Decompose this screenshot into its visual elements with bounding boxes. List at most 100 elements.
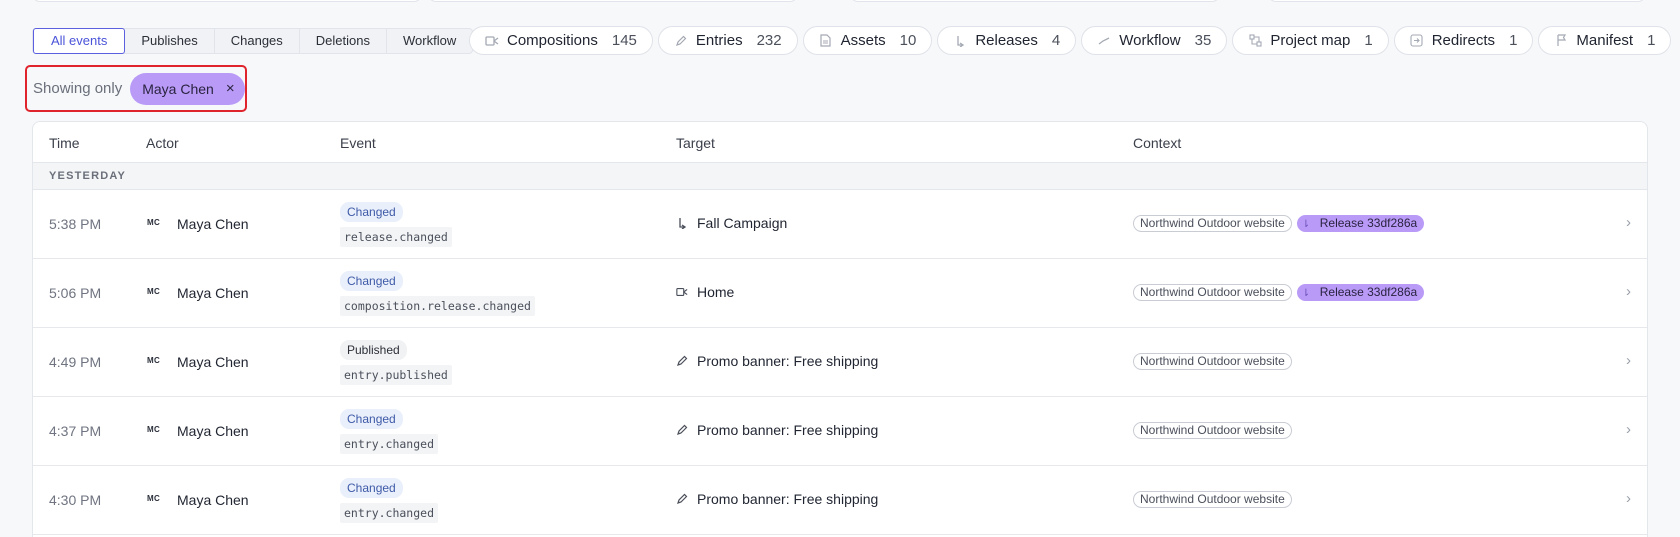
- release-icon: ⇂: [1301, 288, 1311, 299]
- filter-workflow[interactable]: Workflow: [387, 29, 472, 53]
- row-time: 4:30 PM: [49, 492, 102, 508]
- pencil-icon: [676, 424, 688, 436]
- chevron-right-icon[interactable]: ›: [1626, 421, 1631, 438]
- sitemap-icon: [1248, 34, 1262, 48]
- row-actor: Maya Chen: [177, 354, 249, 370]
- composition-icon: [485, 34, 499, 48]
- filter-deletions[interactable]: Deletions: [300, 29, 387, 53]
- header-target: Target: [676, 135, 715, 151]
- row-actor: Maya Chen: [177, 423, 249, 439]
- avatar: MC: [147, 218, 161, 227]
- avatar: MC: [147, 287, 161, 296]
- pill-label: Releases: [975, 32, 1038, 49]
- flag-icon: [1554, 34, 1568, 48]
- entity-filter-pills: Compositions 145 Entries 232 Assets 10 Release…: [469, 26, 1672, 55]
- remove-filter-icon[interactable]: ×: [226, 80, 235, 97]
- pill-compositions[interactable]: Compositions 145: [469, 26, 653, 55]
- table-body: 5:38 PM MC Maya Chen Changed release.changed…: [33, 190, 1647, 535]
- document-icon: [819, 34, 833, 48]
- avatar: MC: [147, 494, 161, 503]
- table-row[interactable]: 4:30 PM MC Maya Chen Changed entry.changed Pr…: [33, 466, 1647, 535]
- group-header-yesterday: YESTERDAY: [33, 163, 1647, 190]
- avatar: MC: [147, 425, 161, 434]
- pill-redirects[interactable]: Redirects 1: [1393, 26, 1534, 55]
- target-label: Fall Campaign: [697, 215, 788, 231]
- redirect-icon: [1410, 34, 1424, 48]
- pill-count: 1: [1364, 32, 1373, 49]
- header-context: Context: [1133, 135, 1182, 151]
- table-row[interactable]: 5:06 PM MC Maya Chen Changed composition.rel…: [33, 259, 1647, 328]
- row-target: Promo banner: Free shipping: [676, 491, 878, 507]
- event-badge: Changed: [340, 271, 403, 291]
- row-time: 4:37 PM: [49, 423, 102, 439]
- row-context: Northwind Outdoor website: [1133, 353, 1292, 370]
- pill-count: 1: [1647, 32, 1656, 49]
- chevron-right-icon[interactable]: ›: [1626, 214, 1631, 231]
- row-target: Promo banner: Free shipping: [676, 422, 878, 438]
- row-context: Northwind Outdoor website: [1133, 422, 1292, 439]
- actor-filter-chip[interactable]: Maya Chen ×: [130, 72, 245, 105]
- workflow-icon: [1097, 34, 1111, 48]
- pill-label: Entries: [695, 32, 743, 49]
- showing-only-label: Showing only: [33, 80, 123, 97]
- chevron-right-icon[interactable]: ›: [1626, 352, 1631, 369]
- pill-entries[interactable]: Entries 232: [657, 26, 798, 55]
- header-event: Event: [340, 135, 376, 151]
- actor-filter-chip-label: Maya Chen: [142, 80, 214, 97]
- row-time: 5:06 PM: [49, 285, 102, 301]
- event-code: entry.changed: [340, 434, 439, 454]
- pill-label: Workflow: [1119, 32, 1181, 49]
- release-tag-label: Release 33df286a: [1319, 216, 1418, 230]
- row-context: Northwind Outdoor website ⇂ Release 33df28…: [1133, 284, 1425, 301]
- event-code: composition.release.changed: [340, 296, 535, 316]
- pill-label: Manifest: [1576, 32, 1634, 49]
- table-row[interactable]: 5:38 PM MC Maya Chen Changed release.changed…: [33, 190, 1647, 259]
- row-actor: Maya Chen: [177, 216, 249, 232]
- release-icon: ⇂: [1301, 219, 1311, 230]
- chevron-right-icon[interactable]: ›: [1626, 283, 1631, 300]
- pencil-icon: [676, 493, 688, 505]
- pill-label: Redirects: [1431, 32, 1496, 49]
- target-label: Promo banner: Free shipping: [697, 353, 879, 369]
- target-label: Home: [697, 284, 735, 300]
- filter-changes[interactable]: Changes: [215, 29, 300, 53]
- table-row[interactable]: 4:49 PM MC Maya Chen Published entry.publish…: [33, 328, 1647, 397]
- composition-icon: [676, 286, 688, 298]
- release-icon: [676, 217, 688, 229]
- event-code: entry.published: [340, 365, 452, 385]
- event-badge: Changed: [340, 409, 403, 429]
- chevron-right-icon[interactable]: ›: [1626, 490, 1631, 507]
- release-tag: ⇂ Release 33df286a: [1296, 284, 1425, 301]
- event-code: entry.changed: [340, 503, 439, 523]
- event-type-filter: All events Publishes Changes Deletions Workf…: [32, 28, 474, 54]
- row-target: Home: [676, 284, 734, 300]
- header-time: Time: [49, 135, 80, 151]
- event-badge: Published: [340, 340, 407, 360]
- filter-publishes[interactable]: Publishes: [125, 29, 215, 53]
- pill-count: 4: [1051, 32, 1061, 49]
- event-code: release.changed: [340, 227, 452, 247]
- pill-label: Project map: [1270, 32, 1351, 49]
- context-tag: Northwind Outdoor website: [1133, 491, 1292, 508]
- pill-manifest[interactable]: Manifest 1: [1538, 26, 1672, 55]
- pill-label: Assets: [840, 32, 886, 49]
- release-tag-label: Release 33df286a: [1319, 285, 1418, 299]
- table-row[interactable]: 4:37 PM MC Maya Chen Changed entry.changed Pr…: [33, 397, 1647, 466]
- pill-workflow[interactable]: Workflow 35: [1081, 26, 1228, 55]
- pill-assets[interactable]: Assets 10: [802, 26, 933, 55]
- row-actor: Maya Chen: [177, 285, 249, 301]
- filter-all-events[interactable]: All events: [33, 28, 126, 54]
- table-header: Time Actor Event Target Context: [33, 122, 1647, 163]
- top-panel-edges: [32, 0, 1646, 2]
- pill-count: 10: [899, 32, 917, 49]
- pill-releases[interactable]: Releases 4: [937, 26, 1077, 55]
- context-tag: Northwind Outdoor website: [1133, 353, 1292, 370]
- context-tag: Northwind Outdoor website: [1133, 422, 1292, 439]
- pill-count: 232: [756, 32, 782, 49]
- active-actor-filter: Showing only Maya Chen ×: [25, 65, 247, 112]
- target-label: Promo banner: Free shipping: [697, 422, 879, 438]
- avatar: MC: [147, 356, 161, 365]
- pencil-icon: [674, 34, 688, 48]
- pill-project-map[interactable]: Project map 1: [1232, 26, 1389, 55]
- row-time: 4:49 PM: [49, 354, 102, 370]
